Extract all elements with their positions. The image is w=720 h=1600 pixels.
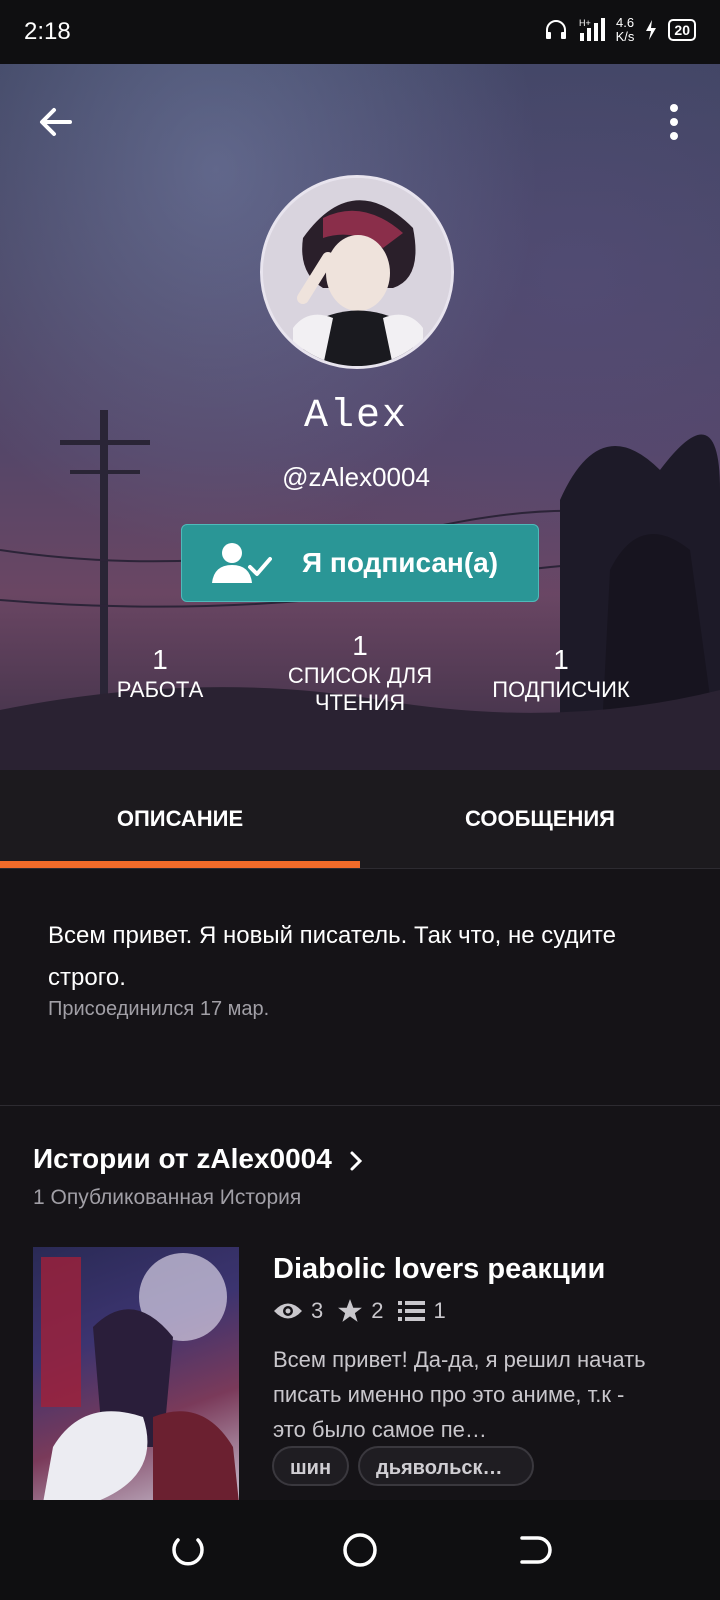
signal-icon: H+ [579, 18, 605, 41]
more-vert-icon[interactable] [662, 100, 686, 144]
stories-count: 1 Опубликованная История [33, 1186, 302, 1209]
svg-text:H+: H+ [579, 18, 591, 28]
status-icons: H+ 4.6 K/s 20 [544, 16, 696, 44]
story-tag[interactable]: шин [272, 1446, 350, 1486]
story-stats: 3 2 1 [273, 1298, 460, 1324]
star-icon [338, 1299, 363, 1322]
recents-icon[interactable] [168, 1530, 208, 1570]
headphones-icon [545, 20, 566, 39]
eye-icon [274, 1303, 302, 1319]
chevron-right-icon [350, 1151, 362, 1171]
profile-tabs: ОПИСАНИЕ СООБЩЕНИЯ [0, 770, 720, 869]
following-button-label: Я подписан(а) [302, 547, 499, 578]
stat-followers-label: ПОДПИСЧИК [492, 677, 630, 702]
story-cover[interactable] [33, 1247, 239, 1503]
stat-reading-lists-label: СПИСОК ДЛЯ ЧТЕНИЯ [287, 663, 433, 715]
section-divider [0, 1105, 720, 1106]
stat-works-label: РАБОТА [116, 677, 204, 702]
tab-about[interactable]: ОПИСАНИЕ [0, 770, 360, 868]
home-icon[interactable] [340, 1530, 380, 1570]
following-button[interactable]: Я подписан(а) [181, 524, 539, 602]
username: @zAlex0004 [282, 462, 430, 492]
profile-header: Alex @zAlex0004 Я подписан(а) 1 РАБОТА 1… [0, 64, 720, 770]
story-parts: 1 [433, 1298, 446, 1323]
story-tag[interactable]: дьявольск… [358, 1446, 534, 1486]
battery-indicator: 20 [668, 19, 696, 41]
stat-works[interactable]: 1 РАБОТА [98, 644, 222, 703]
display-name: Alex [303, 394, 408, 439]
active-tab-indicator [0, 861, 360, 868]
story-votes: 2 [371, 1298, 384, 1323]
back-icon[interactable] [516, 1530, 556, 1570]
network-speed: 4.6 K/s [616, 16, 635, 44]
avatar-illustration [263, 178, 451, 366]
stat-followers[interactable]: 1 ПОДПИСЧИК [470, 644, 652, 703]
stat-reading-lists-value: 1 [352, 630, 368, 661]
system-nav-bar [0, 1500, 720, 1600]
joined-date: Присоединился 17 мар. [48, 998, 270, 1020]
speed-value: 4.6 [615, 15, 635, 30]
avatar[interactable] [260, 175, 454, 369]
story-description: Всем привет! Да-да, я решил начать писат… [273, 1347, 646, 1442]
story-title[interactable]: Diabolic lovers реакции [273, 1253, 605, 1286]
about-text: Всем привет. Я новый писатель. Так что, … [48, 922, 616, 991]
status-time: 2:18 [24, 18, 71, 45]
story-reads: 3 [311, 1298, 324, 1323]
user-check-icon [212, 543, 272, 583]
back-arrow-icon[interactable] [34, 100, 78, 144]
charging-icon [646, 20, 657, 40]
stat-works-value: 1 [152, 644, 168, 675]
speed-unit: K/s [615, 29, 635, 44]
story-cover-art [41, 1253, 239, 1503]
stat-reading-lists[interactable]: 1 СПИСОК ДЛЯ ЧТЕНИЯ [266, 630, 454, 716]
list-icon [397, 1301, 425, 1321]
stories-section-link[interactable]: Истории от zAlex0004 [33, 1143, 366, 1175]
stat-followers-value: 1 [553, 644, 569, 675]
stories-section-title: Истории от zAlex0004 [33, 1143, 332, 1174]
tab-messages[interactable]: СООБЩЕНИЯ [360, 770, 720, 868]
status-bar: 2:18 H+ 4.6 K/s 20 [0, 0, 720, 64]
